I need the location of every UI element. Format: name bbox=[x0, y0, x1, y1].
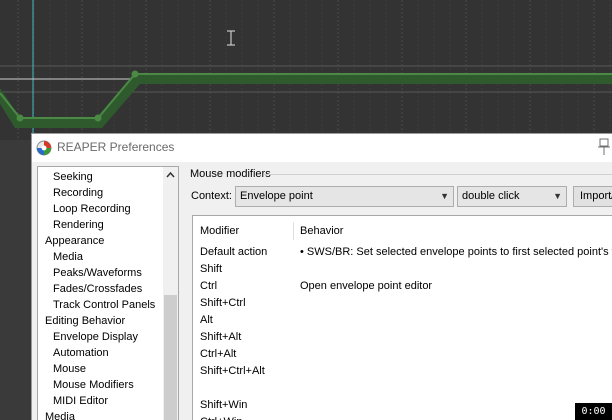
import-export-label: Import/export... bbox=[580, 190, 612, 202]
section-divider bbox=[264, 174, 612, 175]
tree-scrollbar[interactable] bbox=[163, 167, 178, 420]
tree-item[interactable]: Automation bbox=[53, 345, 109, 361]
context-dropdown[interactable]: Envelope point ▼ bbox=[235, 186, 454, 207]
tree-item[interactable]: Editing Behavior bbox=[45, 313, 125, 329]
tree-item[interactable]: Peaks/Waveforms bbox=[53, 265, 142, 281]
title-bar[interactable]: REAPER Preferences bbox=[32, 134, 612, 162]
tree-item[interactable]: Track Control Panels bbox=[53, 297, 155, 313]
modifier-cell[interactable]: Shift+Ctrl bbox=[200, 295, 246, 312]
modifier-cell[interactable]: Shift+Win bbox=[200, 397, 247, 414]
scroll-up-button[interactable] bbox=[163, 167, 178, 183]
window-title: REAPER Preferences bbox=[57, 140, 175, 154]
modifier-cell[interactable]: Shift bbox=[200, 261, 222, 278]
tree-item[interactable]: Fades/Crossfades bbox=[53, 281, 142, 297]
tree-item[interactable]: Loop Recording bbox=[53, 201, 131, 217]
timecode-overlay: 0:00 bbox=[575, 403, 612, 420]
text-cursor-icon bbox=[227, 30, 235, 46]
chevron-down-icon: ▼ bbox=[553, 191, 562, 201]
tree-item[interactable]: MIDI Editor bbox=[53, 393, 108, 409]
preferences-window: REAPER Preferences Seeking Recording Loop … bbox=[31, 133, 612, 420]
tree-item[interactable]: Media bbox=[45, 409, 75, 420]
section-title: Mouse modifiers bbox=[190, 168, 271, 180]
envelope-point[interactable] bbox=[16, 114, 24, 122]
modifier-cell[interactable]: Ctrl bbox=[200, 278, 217, 295]
action-value: double click bbox=[462, 190, 520, 202]
tree-item[interactable]: Seeking bbox=[53, 169, 93, 185]
column-separator[interactable] bbox=[293, 222, 294, 240]
modifier-table[interactable]: Modifier Behavior Default action • SWS/BR… bbox=[192, 215, 612, 420]
tree-item[interactable]: Media bbox=[53, 249, 83, 265]
modifier-cell[interactable]: Ctrl+Win bbox=[200, 414, 242, 420]
chevron-up-icon bbox=[166, 171, 175, 178]
tree-item[interactable]: Appearance bbox=[45, 233, 104, 249]
tree-item[interactable]: Envelope Display bbox=[53, 329, 138, 345]
column-header-behavior[interactable]: Behavior bbox=[300, 225, 343, 237]
tree-item[interactable]: Mouse bbox=[53, 361, 86, 377]
context-value: Envelope point bbox=[240, 190, 313, 202]
import-export-button[interactable]: Import/export... bbox=[573, 186, 612, 207]
column-header-modifier[interactable]: Modifier bbox=[200, 225, 239, 237]
tree-item[interactable]: Recording bbox=[53, 185, 103, 201]
behavior-cell[interactable]: • SWS/BR: Set selected envelope points t… bbox=[300, 244, 612, 261]
modifier-cell[interactable]: Shift+Ctrl+Alt bbox=[200, 363, 265, 380]
modifier-cell[interactable]: Default action bbox=[200, 244, 267, 261]
preferences-tree[interactable]: Seeking Recording Loop Recording Rendering A… bbox=[37, 166, 179, 420]
scroll-thumb[interactable] bbox=[164, 295, 177, 420]
modifier-cell[interactable]: Alt bbox=[200, 312, 213, 329]
arrange-view[interactable] bbox=[0, 0, 612, 140]
envelope-point[interactable] bbox=[94, 114, 102, 122]
modifier-cell[interactable]: Shift+Alt bbox=[200, 329, 241, 346]
modifier-cell[interactable]: Ctrl+Alt bbox=[200, 346, 236, 363]
pin-icon[interactable] bbox=[597, 138, 611, 156]
tree-item[interactable]: Mouse Modifiers bbox=[53, 377, 134, 393]
behavior-cell[interactable]: Open envelope point editor bbox=[300, 278, 432, 295]
envelope-lane[interactable] bbox=[0, 0, 612, 140]
chevron-down-icon: ▼ bbox=[440, 191, 449, 201]
reaper-logo-icon bbox=[36, 140, 52, 156]
envelope-point[interactable] bbox=[131, 70, 139, 78]
context-label: Context: bbox=[191, 190, 232, 202]
action-dropdown[interactable]: double click ▼ bbox=[457, 186, 567, 207]
tree-item[interactable]: Rendering bbox=[53, 217, 104, 233]
